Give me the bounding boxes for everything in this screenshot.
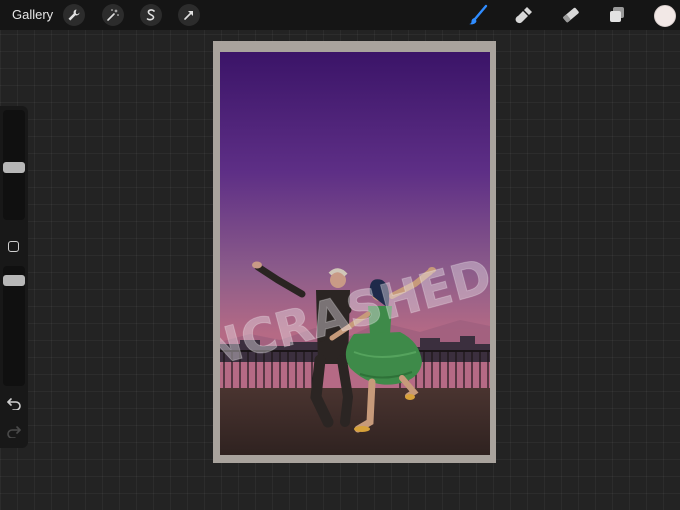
magic-wand-icon[interactable]	[102, 4, 124, 26]
color-picker-button[interactable]	[654, 5, 676, 27]
brush-icon[interactable]	[467, 4, 489, 26]
top-toolbar: Gallery	[0, 0, 680, 30]
layers-icon[interactable]	[606, 4, 628, 26]
selection-icon[interactable]	[140, 4, 162, 26]
gallery-button[interactable]: Gallery	[12, 7, 53, 22]
modify-button[interactable]	[8, 241, 19, 252]
eraser-icon[interactable]	[560, 4, 582, 26]
ground	[220, 388, 490, 455]
wrench-icon[interactable]	[63, 4, 85, 26]
smudge-icon[interactable]	[513, 4, 535, 26]
transform-arrow-icon[interactable]	[178, 4, 200, 26]
undo-icon[interactable]	[6, 396, 22, 410]
redo-icon[interactable]	[6, 424, 22, 438]
opacity-slider-thumb[interactable]	[3, 275, 25, 286]
left-sidebar	[0, 106, 28, 448]
brush-size-slider-thumb[interactable]	[3, 162, 25, 173]
artwork-canvas[interactable]: UNCRASHED	[220, 52, 490, 455]
